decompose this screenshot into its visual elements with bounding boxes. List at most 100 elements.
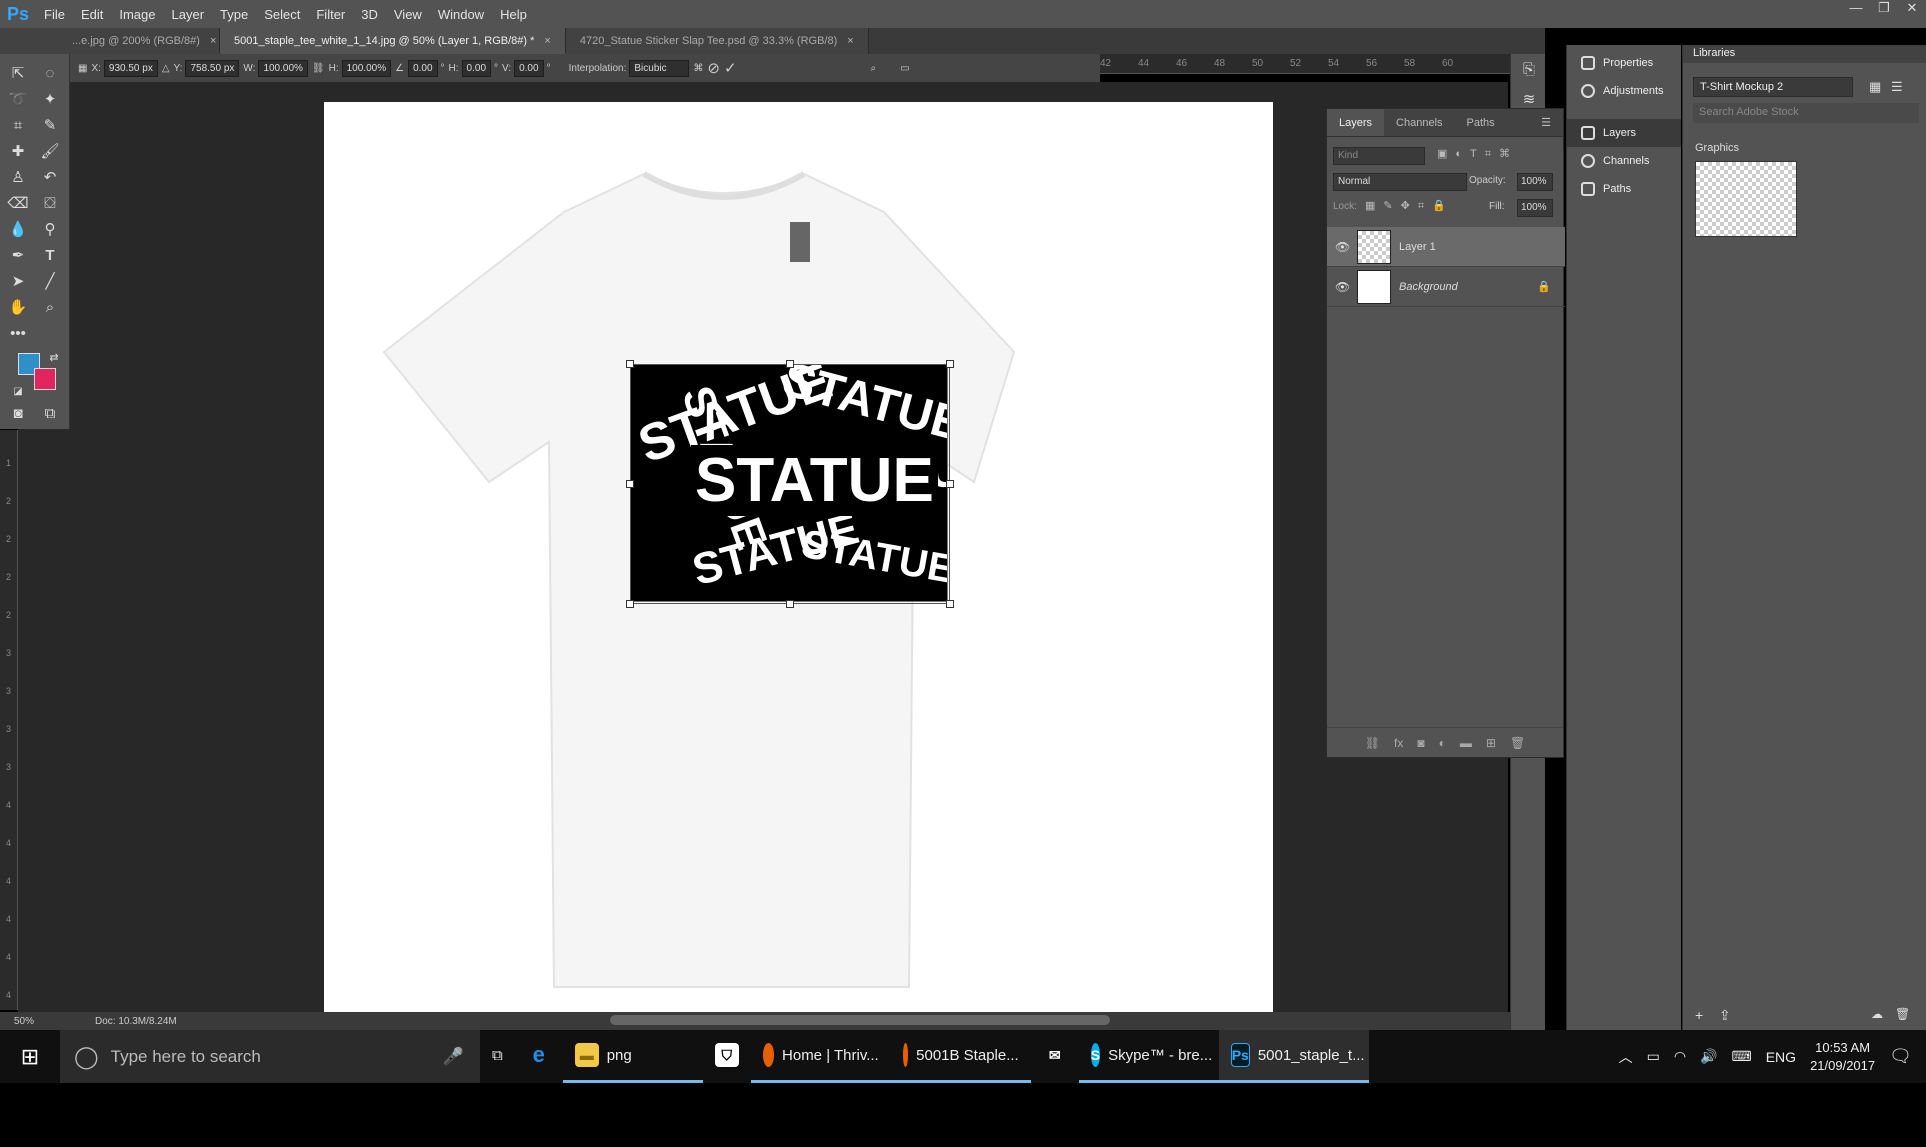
eraser-tool-icon[interactable]: ⌫ [6, 192, 30, 214]
add-to-library-icon[interactable]: + [1695, 1007, 1703, 1023]
taskbar-app-explorer[interactable]: ▬ png [562, 1030, 703, 1083]
properties-panel-tab[interactable]: Properties [1567, 49, 1681, 77]
tab-layers[interactable]: Layers [1327, 109, 1385, 136]
pen-tool-icon[interactable]: ✒ [6, 244, 30, 266]
lasso-tool-icon[interactable]: ➰ [6, 88, 30, 110]
visibility-eye-icon[interactable]: 👁 [1335, 280, 1350, 294]
angle-field[interactable]: 0.00 [408, 59, 438, 77]
tab-doc-2[interactable]: 5001_staple_tee_white_1_14.jpg @ 50% (La… [220, 28, 566, 54]
height-field[interactable]: 100.00% [341, 59, 392, 77]
interpolation-select[interactable]: Bicubic [629, 59, 690, 77]
show-hidden-icons-icon[interactable]: ︿ [1619, 1047, 1633, 1067]
link-icon[interactable]: ⛓ [312, 63, 325, 74]
search-icon[interactable]: ⌕ [871, 63, 877, 74]
wifi-icon[interactable]: ◠ [1674, 1048, 1686, 1065]
battery-icon[interactable]: ▭ [1647, 1048, 1660, 1065]
path-selection-tool-icon[interactable]: ➤ [6, 270, 30, 292]
menu-layer[interactable]: Layer [164, 7, 213, 22]
trash-icon[interactable]: 🗑 [1895, 1007, 1910, 1021]
keyboard-icon[interactable]: ⌨ [1732, 1048, 1752, 1065]
tab-close-icon[interactable]: × [544, 35, 550, 47]
menu-image[interactable]: Image [111, 7, 163, 22]
tab-close-icon[interactable]: × [210, 35, 216, 47]
delta-icon[interactable]: △ [162, 63, 170, 74]
more-tools-icon[interactable]: ••• [6, 322, 30, 344]
tab-doc-1[interactable]: ...e.jpg @ 200% (RGB/8#) × [0, 28, 220, 54]
transform-handle[interactable] [946, 480, 954, 488]
volume-icon[interactable]: 🔊 [1700, 1048, 1717, 1065]
grid-view-icon[interactable]: ▦ [1869, 79, 1881, 95]
transform-handle[interactable] [946, 600, 954, 608]
adjustments-panel-tab[interactable]: Adjustments [1567, 77, 1681, 105]
blend-mode-select[interactable]: Normal [1333, 173, 1467, 191]
paths-panel-tab[interactable]: Paths [1567, 175, 1681, 203]
library-graphic-thumbnail[interactable] [1695, 161, 1797, 237]
edge-icon[interactable]: e [515, 1030, 563, 1083]
transform-handle[interactable] [786, 360, 794, 368]
zoom-level[interactable]: 50% [0, 1016, 95, 1027]
history-brush-tool-icon[interactable]: ↶ [38, 166, 62, 188]
default-colors-icon[interactable]: ◪ [6, 380, 30, 402]
x-field[interactable]: 930.50 px [103, 59, 158, 77]
commit-transform-icon[interactable]: ✓ [724, 59, 737, 77]
tab-close-icon[interactable]: × [847, 35, 853, 47]
transform-handle[interactable] [626, 480, 634, 488]
workspace-icon[interactable]: ▭ [900, 63, 909, 74]
link-layers-icon[interactable]: ⛓ [1365, 736, 1380, 750]
menu-3d[interactable]: 3D [353, 7, 386, 22]
tab-doc-3[interactable]: 4720_Statue Sticker Slap Tee.psd @ 33.3%… [565, 28, 869, 54]
windows-start-icon[interactable]: ⊞ [0, 1030, 60, 1083]
tab-channels[interactable]: Channels [1384, 109, 1454, 136]
history-panel-icon[interactable]: ⎘ [1517, 58, 1541, 80]
layer-filter-icons[interactable]: ▣◐T⌗⌘ [1437, 147, 1518, 161]
action-center-icon[interactable]: 🗨 [1889, 1046, 1912, 1067]
menu-select[interactable]: Select [256, 7, 308, 22]
zoom-tool-icon[interactable]: ⌕ [38, 296, 62, 318]
task-view-icon[interactable]: ⧉ [480, 1030, 515, 1083]
marquee-tool-icon[interactable]: ◌ [38, 62, 62, 84]
adjustment-layer-icon[interactable]: ◐ [1439, 736, 1446, 750]
width-field[interactable]: 100.00% [258, 59, 308, 77]
menu-window[interactable]: Window [430, 7, 492, 22]
lock-icons[interactable]: ▦✎✥⌗🔒 [1365, 199, 1454, 213]
screen-mode-icon[interactable]: ⧉ [38, 402, 62, 424]
panel-menu-icon[interactable]: ☰ [1529, 109, 1563, 136]
new-layer-icon[interactable]: ⊞ [1486, 736, 1496, 750]
visibility-eye-icon[interactable]: 👁 [1335, 240, 1350, 254]
quick-mask-icon[interactable]: ◙ [6, 402, 30, 424]
new-group-icon[interactable]: ▬ [1460, 736, 1472, 750]
taskbar-app-skype[interactable]: S Skype™ - bre... [1078, 1030, 1219, 1083]
move-tool-icon[interactable]: ⇱ [6, 62, 30, 84]
eyedropper-tool-icon[interactable]: ✎ [38, 114, 62, 136]
stock-search-input[interactable]: Search Adobe Stock [1693, 103, 1919, 123]
transform-handle[interactable] [786, 600, 794, 608]
menu-type[interactable]: Type [212, 7, 256, 22]
taskbar-app-firefox-1[interactable]: Home | Thriv... [750, 1030, 891, 1083]
cloud-sync-icon[interactable]: ☁ [1871, 1007, 1883, 1021]
type-tool-icon[interactable]: T [38, 244, 62, 266]
menu-view[interactable]: View [386, 7, 430, 22]
opacity-field[interactable]: 100% [1517, 173, 1553, 191]
layer-row-layer-1[interactable]: 👁 Layer 1 [1327, 227, 1565, 267]
upload-icon[interactable]: ⇪ [1719, 1007, 1731, 1024]
document-canvas[interactable]: STATUE STATUE STATUE STATUE STATUE STATU… [324, 102, 1273, 1012]
swap-colors-icon[interactable]: ⇄ [42, 346, 66, 368]
reference-point-icon[interactable]: ▦ [78, 63, 87, 74]
transform-handle[interactable] [946, 360, 954, 368]
graphics-section-header[interactable]: Graphics [1695, 142, 1739, 154]
artwork-layer[interactable]: STATUE STATUE STATUE STATUE STATUE STATU… [630, 364, 948, 602]
crop-tool-icon[interactable]: ⌗ [6, 114, 30, 136]
transform-handle[interactable] [626, 600, 634, 608]
cancel-transform-icon[interactable]: ⊘ [707, 59, 720, 77]
background-color-swatch[interactable] [34, 368, 56, 390]
taskbar-app-firefox-2[interactable]: 5001B Staple... [890, 1030, 1031, 1083]
layers-panel-tab[interactable]: Layers [1567, 119, 1681, 147]
magic-wand-tool-icon[interactable]: ✦ [38, 88, 62, 110]
healing-brush-tool-icon[interactable]: ✚ [6, 140, 30, 162]
delete-layer-icon[interactable]: 🗑 [1510, 736, 1525, 750]
taskbar-app-photoshop[interactable]: Ps 5001_staple_t... [1218, 1030, 1369, 1083]
layer-filter-kind[interactable]: Kind [1333, 147, 1425, 165]
taskbar-search[interactable]: ◯ Type here to search 🎤 [60, 1030, 480, 1083]
menu-help[interactable]: Help [492, 7, 535, 22]
restore-icon[interactable]: ❐ [1870, 0, 1898, 22]
